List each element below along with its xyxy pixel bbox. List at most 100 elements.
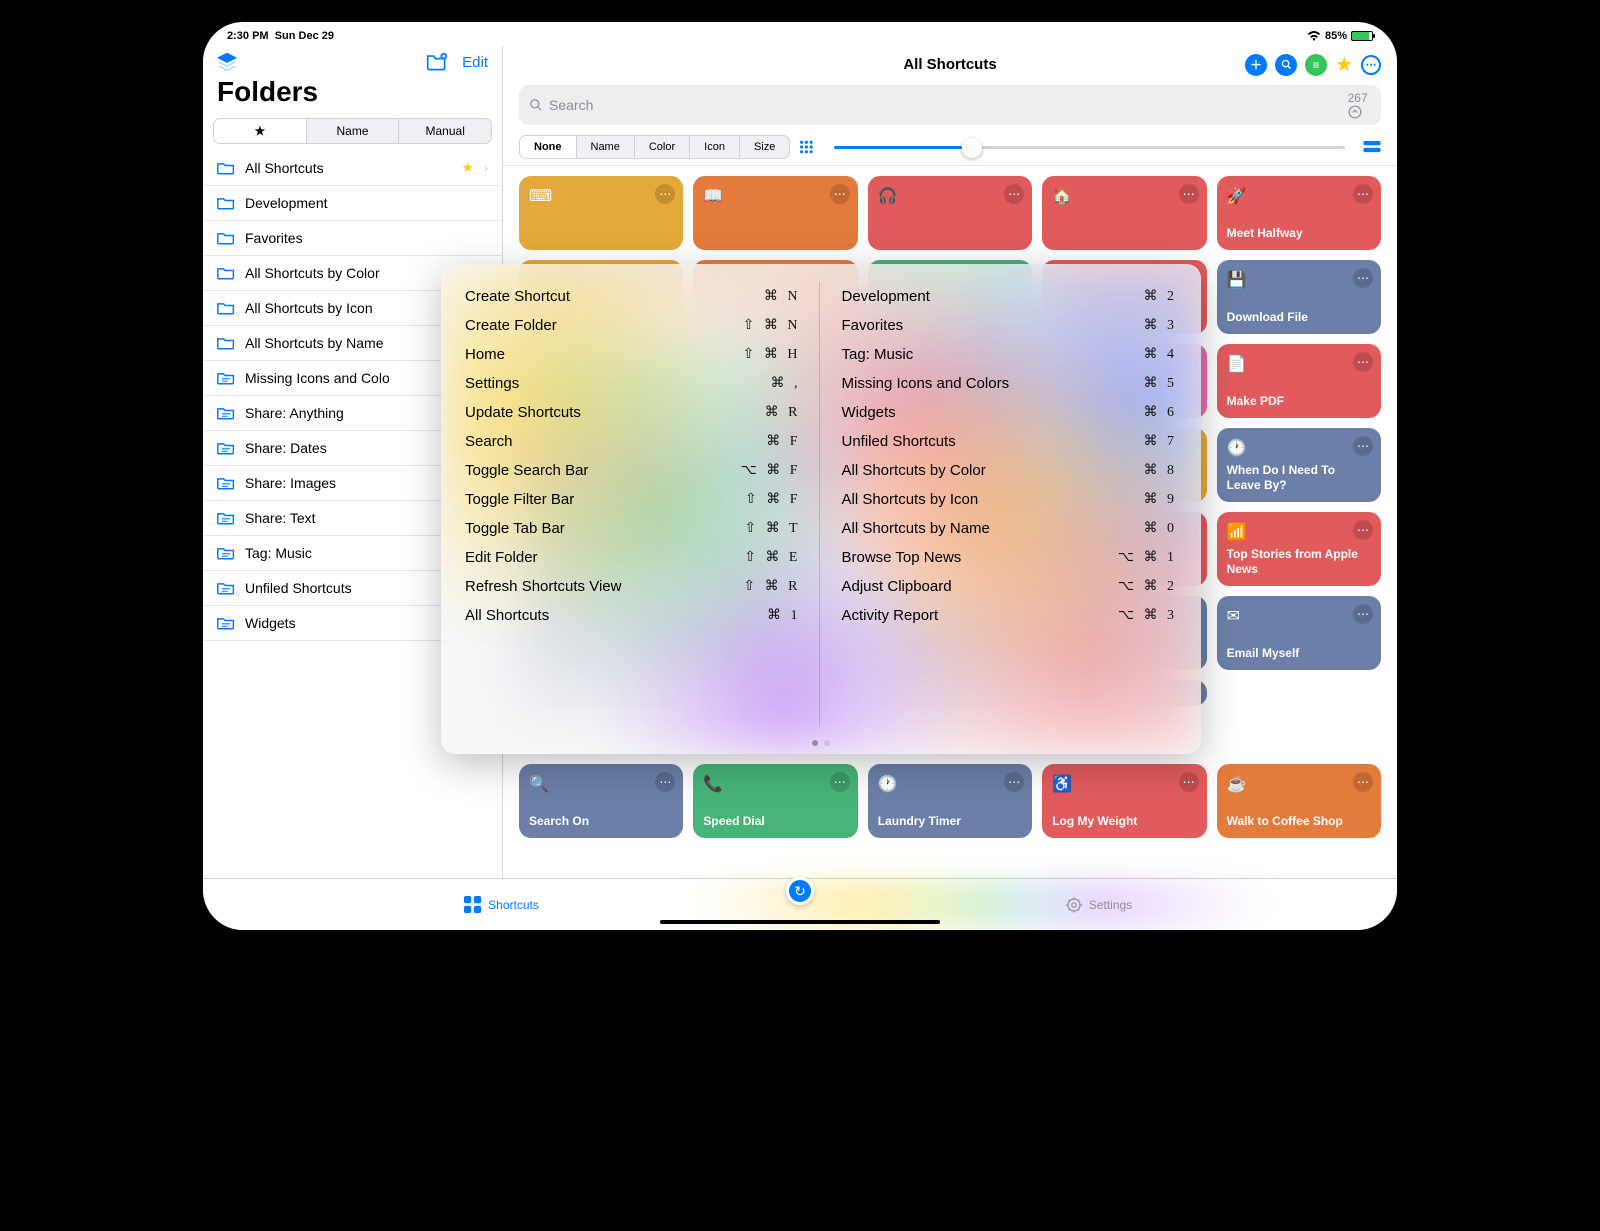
- shortcut-key-row[interactable]: Create Shortcut⌘ N: [465, 282, 801, 311]
- shortcut-card[interactable]: ♿⋯Log My Weight: [1042, 764, 1206, 838]
- folder-row[interactable]: All Shortcuts★›: [203, 150, 502, 186]
- shortcut-key-row[interactable]: Activity Report⌥ ⌘ 3: [842, 601, 1178, 630]
- card-view-icon[interactable]: [1363, 141, 1381, 153]
- search-bar[interactable]: Search 267: [519, 85, 1381, 125]
- shortcut-key-row[interactable]: Widgets⌘ 6: [842, 398, 1178, 427]
- shortcut-card[interactable]: ☕⋯Walk to Coffee Shop: [1217, 764, 1381, 838]
- shortcut-card[interactable]: 📖⋯: [693, 176, 857, 250]
- grid-icon[interactable]: [800, 140, 816, 154]
- card-more-icon[interactable]: ⋯: [1353, 436, 1373, 456]
- sidebar-sort-segment[interactable]: ★ Name Manual: [213, 118, 492, 144]
- card-more-icon[interactable]: ⋯: [1179, 772, 1199, 792]
- shortcut-key-row[interactable]: Settings⌘ ,: [465, 369, 801, 398]
- shortcut-key-row[interactable]: Update Shortcuts⌘ R: [465, 398, 801, 427]
- shortcut-card[interactable]: 📞⋯Speed Dial: [693, 764, 857, 838]
- shortcut-card[interactable]: 🎧⋯: [868, 176, 1032, 250]
- new-folder-icon[interactable]: [426, 52, 448, 72]
- card-more-icon[interactable]: ⋯: [1353, 352, 1373, 372]
- shortcut-command: Search: [465, 433, 513, 450]
- smart-folder-icon: [217, 441, 235, 455]
- card-more-icon[interactable]: ⋯: [1353, 604, 1373, 624]
- shortcut-key-row[interactable]: Search⌘ F: [465, 427, 801, 456]
- shortcut-key-row[interactable]: Development⌘ 2: [842, 282, 1178, 311]
- card-icon: 🚀: [1227, 186, 1371, 206]
- shortcut-card[interactable]: 🚀⋯Meet Halfway: [1217, 176, 1381, 250]
- shortcut-command: Toggle Tab Bar: [465, 520, 565, 537]
- tab-shortcuts[interactable]: Shortcuts: [203, 896, 800, 914]
- shortcut-card[interactable]: 🕐⋯When Do I Need To Leave By?: [1217, 428, 1381, 502]
- shortcut-key-row[interactable]: All Shortcuts⌘ 1: [465, 601, 801, 630]
- sort-segment[interactable]: None Name Color Icon Size: [519, 135, 790, 159]
- card-title: When Do I Need To Leave By?: [1227, 463, 1371, 492]
- shortcut-key-row[interactable]: All Shortcuts by Color⌘ 8: [842, 456, 1178, 485]
- sort-color[interactable]: Color: [635, 136, 690, 158]
- shortcut-card[interactable]: 📄⋯Make PDF: [1217, 344, 1381, 418]
- layers-icon[interactable]: [217, 52, 237, 72]
- folder-row[interactable]: Development: [203, 186, 502, 221]
- card-more-icon[interactable]: ⋯: [1353, 772, 1373, 792]
- shortcut-key-row[interactable]: Tag: Music⌘ 4: [842, 340, 1178, 369]
- home-indicator[interactable]: [660, 920, 940, 924]
- tab-settings[interactable]: Settings: [800, 896, 1397, 914]
- card-more-icon[interactable]: ⋯: [830, 184, 850, 204]
- shortcut-key-row[interactable]: Favorites⌘ 3: [842, 311, 1178, 340]
- shortcut-card[interactable]: ⌨⋯: [519, 176, 683, 250]
- size-slider[interactable]: [834, 146, 1345, 149]
- sort-size[interactable]: Size: [740, 136, 789, 158]
- shortcut-card[interactable]: ✉⋯Email Myself: [1217, 596, 1381, 670]
- shortcut-keys: ⌥ ⌘ 3: [1118, 607, 1177, 624]
- shortcut-key-row[interactable]: Toggle Tab Bar⇧ ⌘ T: [465, 514, 801, 543]
- card-more-icon[interactable]: ⋯: [1179, 184, 1199, 204]
- page-dots[interactable]: [812, 740, 830, 746]
- add-button[interactable]: ＋: [1245, 54, 1267, 76]
- shortcut-key-row[interactable]: All Shortcuts by Icon⌘ 9: [842, 485, 1178, 514]
- folder-label: Favorites: [245, 230, 303, 246]
- chevron-right-icon: ›: [484, 161, 488, 175]
- shortcut-card[interactable]: 📶⋯Top Stories from Apple News: [1217, 512, 1381, 586]
- card-more-icon[interactable]: ⋯: [1353, 184, 1373, 204]
- favorite-star-icon[interactable]: ★: [1335, 52, 1353, 77]
- card-icon: 🎧: [878, 186, 1022, 206]
- shortcut-keys: ⌘ 3: [1144, 317, 1178, 334]
- edit-button[interactable]: Edit: [462, 54, 488, 71]
- shortcut-key-row[interactable]: Home⇧ ⌘ H: [465, 340, 801, 369]
- star-icon: ★: [461, 159, 474, 176]
- share-button[interactable]: ≡: [1305, 54, 1327, 76]
- shortcut-card[interactable]: 🏠⋯: [1042, 176, 1206, 250]
- sort-none[interactable]: None: [520, 136, 577, 158]
- card-more-icon[interactable]: ⋯: [830, 772, 850, 792]
- sort-name[interactable]: Name: [577, 136, 635, 158]
- shortcut-card[interactable]: 💾⋯Download File: [1217, 260, 1381, 334]
- shortcut-key-row[interactable]: Toggle Search Bar⌥ ⌘ F: [465, 456, 801, 485]
- card-title: Walk to Coffee Shop: [1227, 814, 1371, 828]
- folder-icon: [217, 266, 235, 280]
- shortcut-key-row[interactable]: Missing Icons and Colors⌘ 5: [842, 369, 1178, 398]
- search-button[interactable]: [1275, 54, 1297, 76]
- seg-star[interactable]: ★: [214, 119, 307, 143]
- shortcut-keys: ⇧ ⌘ F: [745, 491, 801, 508]
- shortcut-card[interactable]: 🔍⋯Search On: [519, 764, 683, 838]
- folder-icon: [217, 161, 235, 175]
- shortcut-key-row[interactable]: Browse Top News⌥ ⌘ 1: [842, 543, 1178, 572]
- shortcut-key-row[interactable]: All Shortcuts by Name⌘ 0: [842, 514, 1178, 543]
- shortcut-keys: ⌘ 9: [1144, 491, 1178, 508]
- sort-icon[interactable]: Icon: [690, 136, 740, 158]
- card-more-icon[interactable]: ⋯: [1353, 520, 1373, 540]
- shortcut-card[interactable]: 🕐⋯Laundry Timer: [868, 764, 1032, 838]
- folder-label: Share: Text: [245, 510, 316, 526]
- shortcut-key-row[interactable]: Adjust Clipboard⌥ ⌘ 2: [842, 572, 1178, 601]
- folder-row[interactable]: Favorites: [203, 221, 502, 256]
- folder-label: Share: Dates: [245, 440, 327, 456]
- seg-manual[interactable]: Manual: [399, 119, 491, 143]
- shortcut-key-row[interactable]: Edit Folder⇧ ⌘ E: [465, 543, 801, 572]
- shortcut-keys: ⌥ ⌘ F: [741, 462, 801, 479]
- card-more-icon[interactable]: ⋯: [1353, 268, 1373, 288]
- folder-label: All Shortcuts by Name: [245, 335, 384, 351]
- seg-name[interactable]: Name: [307, 119, 400, 143]
- more-button[interactable]: ⋯: [1361, 55, 1381, 75]
- shortcut-key-row[interactable]: Unfiled Shortcuts⌘ 7: [842, 427, 1178, 456]
- shortcut-key-row[interactable]: Toggle Filter Bar⇧ ⌘ F: [465, 485, 801, 514]
- shortcut-key-row[interactable]: Refresh Shortcuts View⇧ ⌘ R: [465, 572, 801, 601]
- scroll-top-icon[interactable]: [1348, 105, 1362, 119]
- shortcut-key-row[interactable]: Create Folder⇧ ⌘ N: [465, 311, 801, 340]
